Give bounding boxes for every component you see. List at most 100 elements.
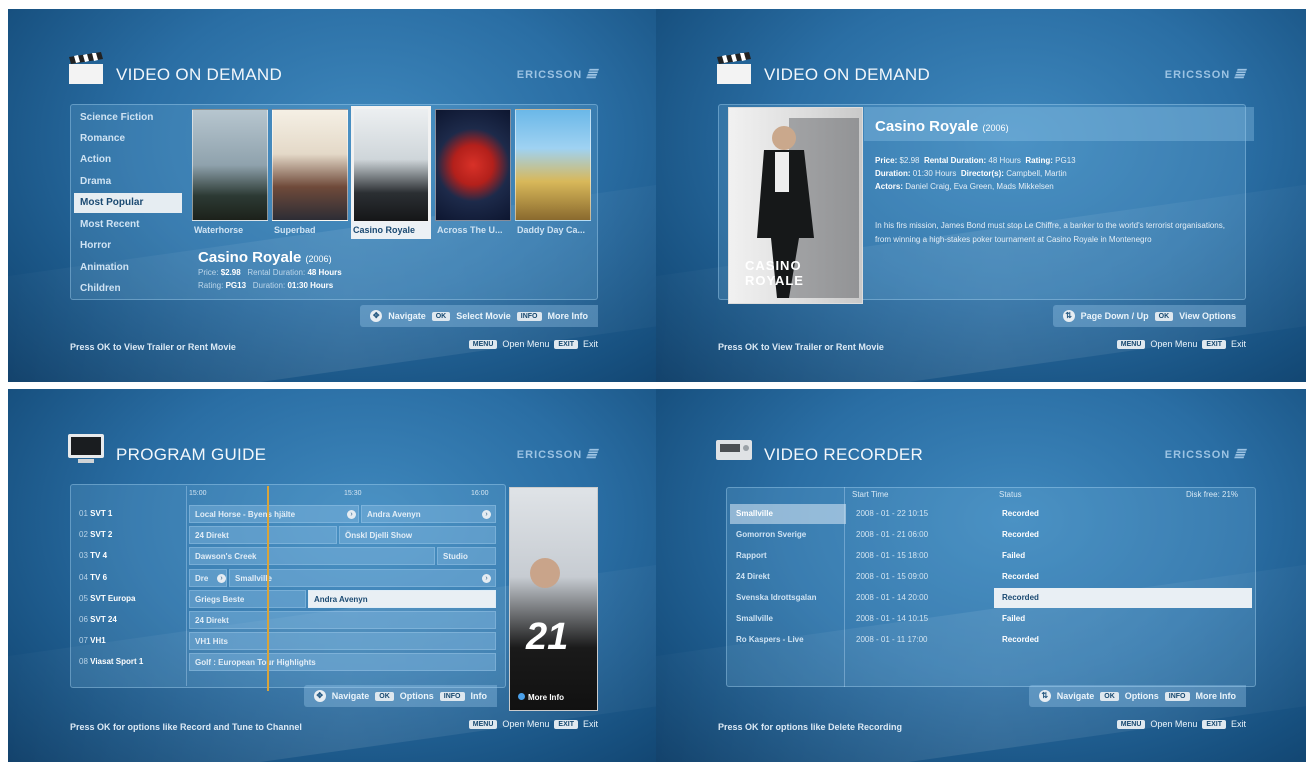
program-cell[interactable]: Golf : European Tour Highlights <box>189 653 496 671</box>
brand-name: ERICSSON <box>516 449 583 461</box>
category-romance[interactable]: Romance <box>74 129 182 149</box>
movie-poster: CASINO ROYALE <box>728 107 863 304</box>
detail-line-price: Price: $2.98 Rental Duration: 48 Hours R… <box>875 156 1076 165</box>
movie-price-line: Price: $2.98 Rental Duration: 48 Hours <box>198 268 342 277</box>
category-horror[interactable]: Horror <box>74 236 182 256</box>
recording-row[interactable]: 24 Direkt 2008 - 01 - 15 09:00 Recorded <box>730 567 1252 587</box>
category-most-popular[interactable]: Most Popular <box>74 193 182 213</box>
poster-casino-royale[interactable] <box>351 106 431 224</box>
footer-instruction: Press OK for options like Record and Tun… <box>70 722 302 732</box>
exit-key: EXIT <box>1202 339 1226 349</box>
channel-row[interactable]: 08 Viasat Sport 1 <box>74 653 186 671</box>
disk-free: Disk free: 21% <box>1186 490 1239 499</box>
recording-row[interactable]: Rapport 2008 - 01 - 15 18:00 Failed <box>730 546 1252 566</box>
ok-key: OK <box>431 311 451 321</box>
program-cell[interactable]: 24 Direkt <box>189 526 337 544</box>
poster-across-the-universe[interactable] <box>435 109 511 221</box>
recording-row[interactable]: Smallville 2008 - 01 - 14 10:15 Failed <box>730 609 1252 629</box>
recording-row[interactable]: Smallville 2008 - 01 - 22 10:15 Recorded <box>730 504 1252 524</box>
video-recorder-screen: VIDEO RECORDER ERICSSON ≣ Start Time Stat… <box>656 389 1306 762</box>
brand-name: ERICSSON <box>516 69 583 81</box>
time-label: 16:00 <box>471 490 489 497</box>
page-title: VIDEO ON DEMAND <box>116 65 283 84</box>
recording-row[interactable]: Gomorron Sverige 2008 - 01 - 21 06:00 Reco… <box>730 525 1252 545</box>
navigate-icon: ✥ <box>313 690 326 702</box>
detail-line-actors: Actors: Daniel Craig, Eva Green, Mads Mi… <box>875 182 1054 191</box>
footer-instruction: Press OK to View Trailer or Rent Movie <box>718 342 884 352</box>
page-title: PROGRAM GUIDE <box>116 445 267 464</box>
clapperboard-icon <box>69 52 103 84</box>
program-cell[interactable]: Smallville <box>229 569 496 587</box>
info-key: INFO <box>439 691 465 701</box>
brand-logo: ERICSSON ≣ <box>1165 65 1251 81</box>
ericsson-logo-icon: ≣ <box>584 65 603 81</box>
poster-waterhorse[interactable] <box>192 109 268 221</box>
info-dot-icon <box>518 693 525 700</box>
more-icon: › <box>482 510 491 519</box>
clapperboard-icon <box>717 52 751 84</box>
tv-icon <box>68 434 104 463</box>
program-cell[interactable]: 24 Direkt <box>189 611 496 629</box>
menu-key: MENU <box>468 719 498 729</box>
program-cell-selected[interactable]: Andra Avenyn <box>308 590 496 608</box>
footer-actions: MENU Open Menu EXIT Exit <box>1116 719 1246 729</box>
hint-bar: ✥ Navigate OK Options INFO Info <box>303 685 497 707</box>
program-cell[interactable]: Önskl Djelli Show <box>339 526 496 544</box>
poster-title-selected: Casino Royale <box>351 222 431 239</box>
channel-row[interactable]: 04 TV 6 <box>74 569 186 587</box>
program-cell[interactable]: Andra Avenyn <box>361 505 496 523</box>
footer-instruction: Press OK to View Trailer or Rent Movie <box>70 342 236 352</box>
movie-synopsis: In his firs mission, James Bond must sto… <box>875 221 1225 244</box>
program-cell[interactable]: Dawson's Creek <box>189 547 435 565</box>
time-label: 15:00 <box>189 490 207 497</box>
category-science-fiction[interactable]: Science Fiction <box>74 108 182 128</box>
poster-title: Waterhorse <box>194 225 244 235</box>
program-cell[interactable]: Local Horse - Byens hjälte <box>189 505 359 523</box>
ericsson-logo-icon: ≣ <box>1232 445 1251 461</box>
category-children[interactable]: Children <box>74 279 182 299</box>
category-most-recent[interactable]: Most Recent <box>74 215 182 235</box>
hint-bar: ✥ Navigate OK Select Movie INFO More Info <box>360 305 598 327</box>
recording-row[interactable]: Ro Kaspers - Live 2008 - 01 - 11 17:00 Rec… <box>730 630 1252 650</box>
poster-title: Superbad <box>274 225 316 235</box>
poster-daddy-day-camp[interactable] <box>515 109 591 221</box>
menu-key: MENU <box>1116 339 1146 349</box>
recording-row[interactable]: Svenska Idrottsgalan 2008 - 01 - 14 20:00… <box>730 588 1252 608</box>
footer-instruction: Press OK for options like Delete Recordi… <box>718 722 903 732</box>
exit-key: EXIT <box>554 339 578 349</box>
more-icon: › <box>347 510 356 519</box>
ok-key: OK <box>1154 311 1174 321</box>
poster-title: Across The U... <box>437 225 503 235</box>
exit-key: EXIT <box>554 719 578 729</box>
menu-key: MENU <box>468 339 498 349</box>
footer-actions: MENU Open Menu EXIT Exit <box>468 719 598 729</box>
movie-title: Casino Royale (2006) <box>875 118 1009 135</box>
poster-superbad[interactable] <box>272 109 348 221</box>
channel-row[interactable]: 01 SVT 1 <box>74 505 186 523</box>
time-label: 15:30 <box>344 490 362 497</box>
program-cell[interactable]: VH1 Hits <box>189 632 496 650</box>
channel-row[interactable]: 05 SVT Europa <box>74 590 186 608</box>
movie-rating-line: Rating: PG13 Duration: 01:30 Hours <box>198 281 334 290</box>
channel-row[interactable]: 03 TV 4 <box>74 547 186 565</box>
category-action[interactable]: Action <box>74 150 182 170</box>
category-animation[interactable]: Animation <box>74 258 182 278</box>
poster-face <box>530 558 560 588</box>
navigate-icon: ✥ <box>370 310 383 322</box>
channel-row[interactable]: 02 SVT 2 <box>74 526 186 544</box>
program-cell[interactable]: Studio <box>437 547 496 565</box>
category-drama[interactable]: Drama <box>74 172 182 192</box>
menu-key: MENU <box>1116 719 1146 729</box>
more-info-label: More Info <box>518 693 564 702</box>
navigate-icon: ⇅ <box>1038 690 1051 702</box>
ericsson-logo-icon: ≣ <box>1232 65 1251 81</box>
channel-row[interactable]: 07 VH1 <box>74 632 186 650</box>
poster-text: 21 <box>526 616 569 658</box>
channel-row[interactable]: 06 SVT 24 <box>74 611 186 629</box>
program-cell[interactable]: Griegs Beste <box>189 590 306 608</box>
brand-logo: ERICSSON ≣ <box>516 65 603 81</box>
footer-actions: MENU Open Menu EXIT Exit <box>1116 339 1246 349</box>
column-status: Status <box>999 490 1022 499</box>
featured-poster[interactable]: 21 More Info <box>509 487 598 711</box>
vod-browse-screen: VIDEO ON DEMAND ERICSSON ≣ Science Fictio… <box>8 9 658 382</box>
